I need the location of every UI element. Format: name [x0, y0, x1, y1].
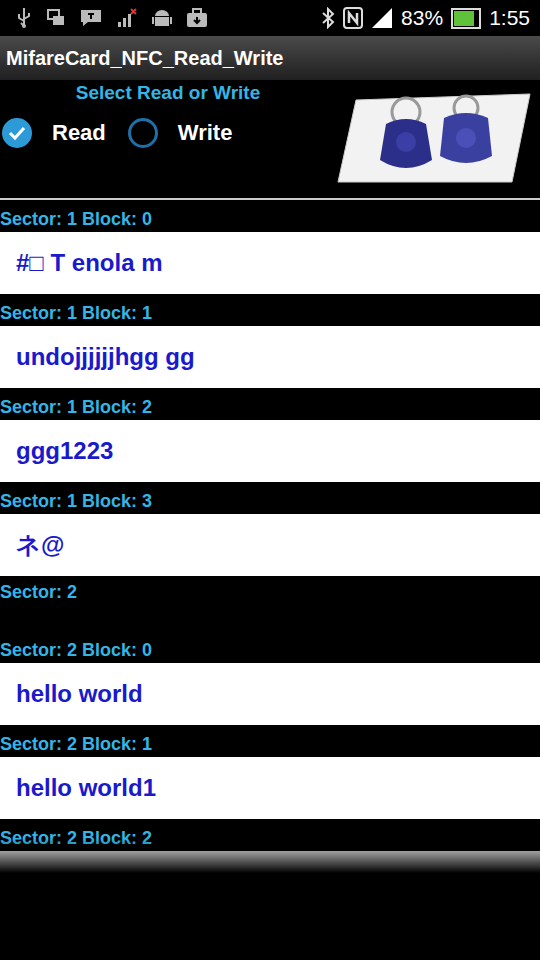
check-icon — [7, 123, 27, 143]
radio-label: Write — [178, 120, 233, 146]
radio-label: Read — [52, 120, 106, 146]
block-item[interactable]: Sector: 1 Block: 2ggg1223 — [0, 390, 540, 482]
mode-prompt: Select Read or Write — [0, 80, 330, 104]
app-bar: MifareCard_NFC_Read_Write — [0, 36, 540, 80]
block-value: hello world — [0, 663, 540, 725]
block-header: Sector: 1 Block: 1 — [0, 296, 540, 326]
block-item[interactable]: Sector: 2 Block: 1hello world1 — [0, 727, 540, 819]
block-value: #□ T enola m — [0, 232, 540, 294]
battery-icon — [451, 8, 481, 29]
divider — [0, 198, 540, 200]
keyfob-picture — [336, 80, 532, 198]
block-item[interactable]: Sector: 2 Block: 0hello world — [0, 633, 540, 725]
screenshot-icon — [46, 8, 66, 28]
block-value: undojjjjjjhgg gg — [0, 326, 540, 388]
bluetooth-icon — [321, 7, 335, 29]
block-list: Sector: 1 Block: 0#□ T enola mSector: 1 … — [0, 200, 540, 882]
radio-group: Read Write — [0, 104, 330, 148]
signal-icon — [371, 7, 393, 29]
block-value: ggg1223 — [0, 420, 540, 482]
mode-panel: Select Read or Write Read Write — [0, 80, 540, 198]
radio-button[interactable] — [2, 118, 32, 148]
briefcase-icon — [186, 8, 208, 28]
radio-button[interactable] — [128, 118, 158, 148]
block-value: ネ@ — [0, 514, 540, 576]
chat-icon — [80, 8, 102, 28]
radio-option[interactable]: Read — [2, 118, 106, 148]
block-header: Sector: 1 Block: 2 — [0, 390, 540, 420]
app-title: MifareCard_NFC_Read_Write — [6, 47, 284, 70]
android-icon — [152, 7, 172, 29]
battery-percent: 83% — [401, 6, 443, 30]
screen: 83% 1:55 MifareCard_NFC_Read_Write Select R… — [0, 0, 540, 960]
no-signal-icon — [116, 8, 138, 28]
nfc-icon — [343, 7, 363, 29]
block-header: Sector: 1 Block: 0 — [0, 202, 540, 232]
scroll-fade — [0, 838, 540, 882]
block-item[interactable]: Sector: 1 Block: 1undojjjjjjhgg gg — [0, 296, 540, 388]
status-bar: 83% 1:55 — [0, 0, 540, 36]
block-header: Sector: 1 Block: 3 — [0, 484, 540, 514]
sector-header: Sector: 2 — [0, 578, 540, 633]
clock: 1:55 — [489, 6, 530, 30]
block-item[interactable]: Sector: 1 Block: 0#□ T enola m — [0, 202, 540, 294]
keyfob-icon — [336, 88, 532, 186]
block-item[interactable]: Sector: 1 Block: 3ネ@ — [0, 484, 540, 576]
block-header: Sector: 2 Block: 1 — [0, 727, 540, 757]
block-value: hello world1 — [0, 757, 540, 819]
block-header: Sector: 2 Block: 0 — [0, 633, 540, 663]
usb-icon — [16, 7, 32, 29]
radio-option[interactable]: Write — [128, 118, 233, 148]
